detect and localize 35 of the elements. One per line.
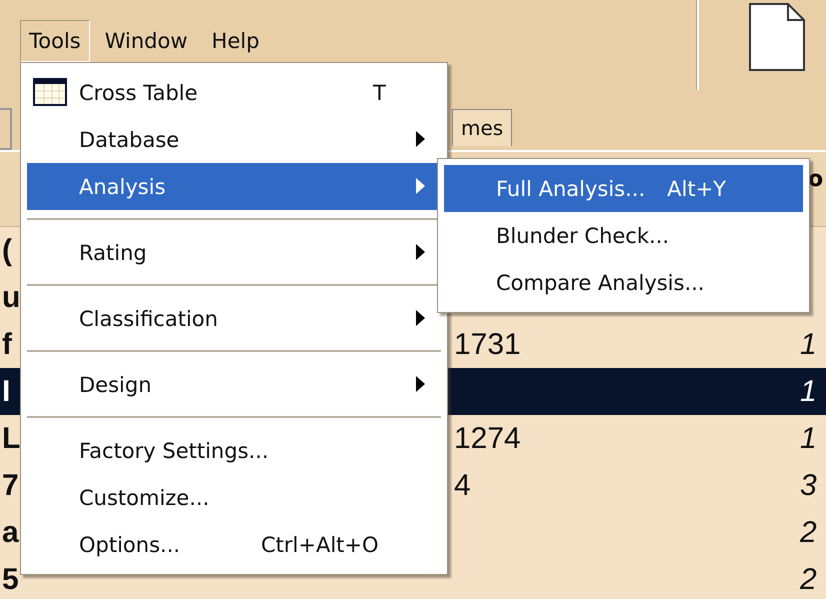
submenu-arrow-icon (416, 244, 425, 260)
table-cell-text: L (1, 422, 20, 456)
table-cell-text: I (1, 374, 12, 408)
menu-item[interactable]: Rating (27, 229, 441, 276)
menu-item[interactable]: Compare Analysis... (444, 259, 803, 306)
table-cell: 1 (800, 422, 817, 454)
table-cell: 1731 (454, 328, 521, 360)
table-cell-text: f (1, 328, 13, 362)
menu-item[interactable]: Design (27, 361, 441, 408)
menubar-item[interactable]: Tools (20, 20, 90, 62)
table-cell: 3 (800, 468, 817, 502)
menu-item[interactable]: Factory Settings... (27, 427, 441, 474)
table-cell: 1 (800, 328, 817, 360)
submenu-arrow-icon (416, 131, 425, 147)
tab[interactable]: mes (452, 109, 512, 146)
submenu-arrow-icon (416, 310, 425, 326)
submenu-arrow-icon (416, 376, 425, 392)
document-icon[interactable] (748, 2, 806, 72)
menubar-item[interactable]: Window (96, 20, 197, 62)
menu-item[interactable]: Classification (27, 295, 441, 342)
menu-item[interactable]: Full Analysis... Alt+Y (444, 165, 803, 212)
menu-item[interactable]: Blunder Check... (444, 212, 803, 259)
menu-item[interactable]: Database (27, 116, 441, 163)
menu-item[interactable]: Options... Ctrl+Alt+O (27, 521, 441, 568)
table-cell-text: ( (1, 234, 13, 268)
menubar-item[interactable]: Help (202, 20, 268, 62)
table-cell-text: 5 (1, 562, 20, 596)
menu-item[interactable]: Customize... (27, 474, 441, 521)
table-cell: 2 (800, 562, 817, 596)
table-icon (33, 78, 67, 106)
table-cell: 1274 (454, 422, 521, 454)
submenu-arrow-icon (416, 178, 425, 194)
table-cell: 1 (800, 374, 817, 408)
table-cell: 4 (454, 468, 471, 502)
menu-item[interactable]: Cross Table T (27, 69, 441, 116)
